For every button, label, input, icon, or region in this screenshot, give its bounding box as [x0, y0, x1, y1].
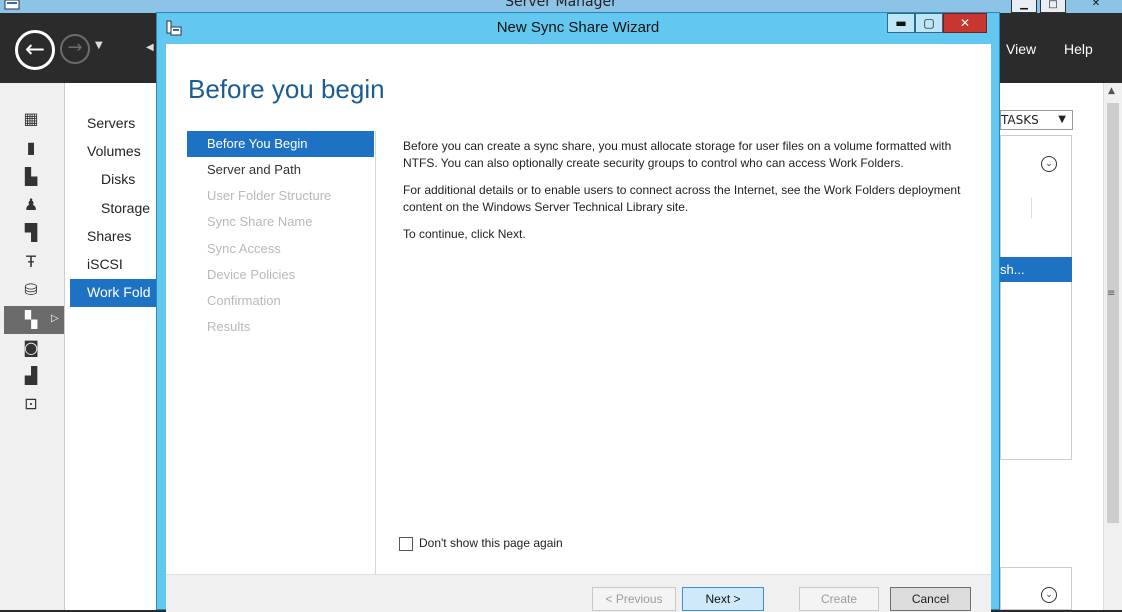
side-item-storage[interactable]: Storage — [101, 200, 150, 216]
servers-icon[interactable]: ▙ — [22, 168, 40, 186]
server-manager-title: Server Manager — [505, 0, 617, 10]
wizard-minimize-button[interactable]: ▬ — [887, 13, 915, 33]
arrow-left-icon: ← — [24, 35, 46, 63]
step-before-you-begin[interactable]: Before You Begin — [187, 131, 374, 157]
backup-icon[interactable]: ◙ — [22, 339, 40, 357]
step-confirmation: Confirmation — [207, 293, 281, 308]
sm-minimize-button[interactable]: ▁ — [1011, 0, 1037, 13]
cancel-button[interactable]: Cancel — [890, 587, 971, 611]
new-sync-share-wizard: New Sync Share Wizard ▬ ▢ ✕ Before you b… — [156, 12, 1000, 612]
chevron-down-icon: ▼ — [1058, 114, 1066, 125]
side-item-volumes[interactable]: Volumes — [87, 143, 141, 159]
content-panel: ⌄ — [1000, 135, 1072, 460]
scroll-thumb[interactable] — [1107, 103, 1119, 523]
menu-help[interactable]: Help — [1064, 41, 1093, 57]
side-item-label: Work Fold — [87, 284, 151, 300]
previous-button[interactable]: < Previous — [592, 587, 676, 611]
sm-close-button[interactable]: ✕ — [1074, 0, 1118, 11]
history-dropdown-icon[interactable]: ▼ — [95, 40, 103, 51]
selected-table-row[interactable]: sh... — [1000, 257, 1072, 282]
step-sync-share-name: Sync Share Name — [207, 214, 313, 229]
step-server-and-path[interactable]: Server and Path — [187, 157, 374, 183]
side-item-disks[interactable]: Disks — [101, 171, 135, 187]
step-device-policies: Device Policies — [207, 267, 296, 282]
side-item-work-folders[interactable]: Work Fold — [70, 279, 165, 307]
server-icon[interactable]: ▮ — [22, 139, 40, 157]
content-panel-lower: ⌄ — [1000, 567, 1072, 610]
wizard-body: Before you begin Before You Begin Server… — [166, 44, 991, 612]
side-item-shares[interactable]: Shares — [87, 228, 131, 244]
tasks-dropdown[interactable]: TASKS ▼ — [1000, 110, 1073, 130]
wizard-maximize-button[interactable]: ▢ — [915, 13, 943, 33]
file-services-sidepanel: Servers Volumes Disks Storage Shares iSC… — [64, 83, 165, 610]
wizard-close-button[interactable]: ✕ — [943, 13, 987, 33]
step-sync-access: Sync Access — [207, 241, 281, 256]
wizard-description: Before you can create a sync share, you … — [403, 138, 963, 253]
description-paragraph: Before you can create a sync share, you … — [403, 139, 952, 170]
selected-row-text: sh... — [1000, 262, 1025, 277]
next-button[interactable]: Next > — [682, 587, 764, 611]
sm-maximize-button[interactable]: □ — [1040, 0, 1066, 13]
users-icon[interactable]: ♟ — [22, 196, 40, 214]
step-results: Results — [207, 319, 251, 334]
nav-file-services-active[interactable]: ▚ ▷ — [4, 306, 64, 334]
wizard-footer: < Previous Next > Create Cancel — [166, 574, 991, 612]
page-title: Before you begin — [188, 74, 385, 104]
dont-show-again-label[interactable]: Don't show this page again — [419, 536, 563, 550]
cluster-icon[interactable]: ▜ — [22, 224, 40, 242]
step-user-folder-structure: User Folder Structure — [207, 188, 332, 203]
file-services-icon: ▚ — [24, 310, 38, 329]
steps-divider — [375, 131, 376, 576]
menu-view[interactable]: View — [1006, 41, 1036, 57]
column-divider — [1031, 198, 1032, 218]
scroll-grip-icon: ≡ — [1107, 288, 1116, 299]
tools-icon[interactable]: Ŧ — [22, 253, 40, 271]
description-paragraph: For additional details or to enable user… — [403, 183, 961, 214]
scroll-up-icon[interactable]: ▲ — [1108, 86, 1118, 96]
storage-icon[interactable]: ⛁ — [22, 281, 40, 299]
arrow-right-icon: → — [67, 37, 83, 58]
back-button[interactable]: ← — [15, 30, 55, 70]
wizard-title: New Sync Share Wizard — [496, 19, 660, 36]
description-paragraph: To continue, click Next. — [403, 227, 526, 241]
forward-button[interactable]: → — [60, 34, 90, 64]
dont-show-again-checkbox[interactable] — [399, 537, 413, 551]
dashboard-icon[interactable]: ▦ — [22, 110, 40, 128]
vertical-scrollbar[interactable]: ▲ ≡ — [1103, 83, 1122, 610]
server-manager-icon-nav: ▦ ▮ ▙ ♟ ▜ Ŧ ⛁ ▚ ▷ ◙ ▟ ⊡ — [0, 83, 64, 610]
create-button[interactable]: Create — [799, 587, 879, 611]
tasks-label: TASKS — [1001, 113, 1039, 127]
expand-arrow-icon: ▷ — [51, 313, 59, 324]
wizard-titlebar[interactable]: New Sync Share Wizard ▬ ▢ ✕ — [157, 13, 999, 44]
remote-desktop-icon[interactable]: ⊡ — [22, 395, 40, 413]
side-item-servers[interactable]: Servers — [87, 115, 135, 131]
collapse-panel-icon[interactable]: ⌄ — [1041, 587, 1057, 603]
breadcrumb-chevron-icon: ◀ — [146, 42, 154, 53]
print-icon[interactable]: ▟ — [22, 367, 40, 385]
collapse-panel-icon[interactable]: ⌄ — [1041, 156, 1057, 172]
side-item-iscsi[interactable]: iSCSI — [87, 256, 123, 272]
